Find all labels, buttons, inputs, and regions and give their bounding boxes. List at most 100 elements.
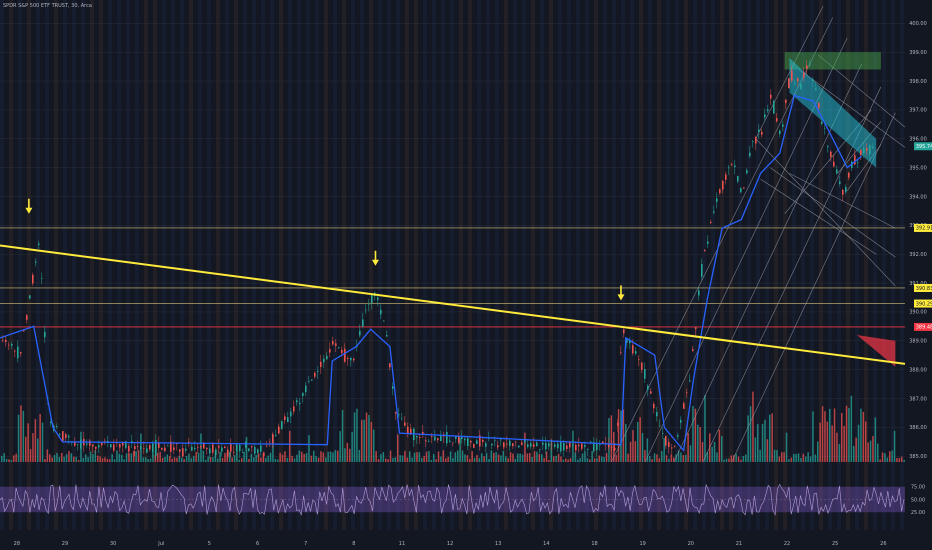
volume-bar <box>219 452 221 462</box>
candle-body <box>470 440 472 443</box>
candle-body <box>419 437 421 438</box>
candle-body <box>590 441 592 443</box>
volume-bar <box>661 450 663 462</box>
volume-bar <box>869 440 872 462</box>
volume-bar <box>104 457 106 462</box>
candle-body <box>242 452 244 453</box>
candle-body <box>575 444 577 451</box>
price-tick-label: 396.00 <box>909 137 927 143</box>
volume-bar <box>713 441 716 462</box>
candle-body <box>554 444 556 447</box>
candle-body <box>266 445 268 447</box>
volume-bar <box>591 450 593 462</box>
volume-bar <box>377 459 380 462</box>
candle-body <box>329 349 331 353</box>
time-tick-label: 11 <box>399 541 405 547</box>
candle-body <box>779 130 781 135</box>
price-tick-label: 389.00 <box>909 339 927 345</box>
volume-bar <box>44 459 46 462</box>
volume-bar <box>593 458 596 462</box>
volume-bar <box>65 454 68 462</box>
volume-bar <box>109 459 111 462</box>
candle-body <box>638 359 640 360</box>
candle-body <box>740 188 742 193</box>
candle-body <box>182 448 184 457</box>
volume-bar <box>584 451 586 462</box>
volume-bar <box>817 441 819 462</box>
candle-body <box>731 164 733 166</box>
target-box <box>784 52 881 70</box>
candle-body <box>800 83 802 89</box>
candle-body <box>371 295 373 304</box>
volume-bar <box>77 459 80 462</box>
volume-bar <box>841 413 843 462</box>
candle-body <box>830 151 832 157</box>
volume-bar <box>879 459 881 462</box>
volume-bar <box>754 437 757 462</box>
candle-body <box>596 443 598 451</box>
candle-body <box>752 141 754 143</box>
volume-bar <box>761 423 764 462</box>
volume-bar <box>721 436 723 462</box>
volume-bar <box>301 451 303 462</box>
volume-bar <box>483 456 485 462</box>
volume-bar <box>365 412 368 462</box>
candle-body <box>29 295 31 299</box>
volume-bar <box>51 457 53 462</box>
volume-bar <box>46 449 49 462</box>
candle-body <box>827 146 829 147</box>
time-tick-label: 14 <box>543 541 549 547</box>
volume-bar <box>601 456 603 462</box>
candle-body <box>287 417 289 422</box>
candle-body <box>467 438 469 446</box>
candle-body <box>218 446 220 448</box>
volume-bar <box>903 459 905 462</box>
session-band <box>513 0 517 530</box>
candle-body <box>587 448 589 450</box>
volume-bar <box>725 458 728 462</box>
candle-body <box>254 447 256 454</box>
price-tick-label: 398.00 <box>909 79 927 85</box>
candle-body <box>509 440 511 446</box>
volume-bar <box>901 456 903 462</box>
candle-body <box>527 444 529 448</box>
volume-bar <box>668 458 670 462</box>
volume-bar <box>409 451 411 462</box>
volume-bar <box>778 456 781 462</box>
volume-bar <box>29 449 32 462</box>
volume-bar <box>697 424 699 462</box>
candle-body <box>347 358 349 360</box>
fan-line <box>789 173 896 229</box>
time-tick-label: 13 <box>495 541 501 547</box>
candle-body <box>164 447 166 452</box>
volume-bar <box>207 456 209 462</box>
candle-body <box>200 445 202 448</box>
volume-bar <box>183 459 185 462</box>
price-tick-label: 395.00 <box>909 165 927 171</box>
volume-bar <box>773 449 776 462</box>
price-badge-label: 392.91 <box>916 226 932 232</box>
volume-bar <box>557 453 560 462</box>
volume-bar <box>20 405 22 462</box>
volume-bar <box>106 458 109 462</box>
volume-bar <box>589 459 591 462</box>
candle-body <box>389 363 391 368</box>
volume-bar <box>157 452 159 462</box>
volume-bar <box>627 453 629 462</box>
volume-bar <box>833 408 836 462</box>
volume-bar <box>802 453 805 462</box>
volume-bar <box>771 413 773 462</box>
volume-bar <box>41 422 44 462</box>
volume-bar <box>433 454 435 462</box>
candle-body <box>482 439 484 443</box>
session-band <box>531 0 535 530</box>
candle-body <box>662 433 664 434</box>
candle-body <box>158 442 160 449</box>
volume-bar <box>793 453 795 462</box>
time-tick-label: 30 <box>110 541 116 547</box>
candle-body <box>119 443 121 448</box>
candle-body <box>458 436 460 443</box>
volume-bar <box>327 451 329 462</box>
candle-body <box>743 187 745 189</box>
volume-bar <box>790 457 793 462</box>
